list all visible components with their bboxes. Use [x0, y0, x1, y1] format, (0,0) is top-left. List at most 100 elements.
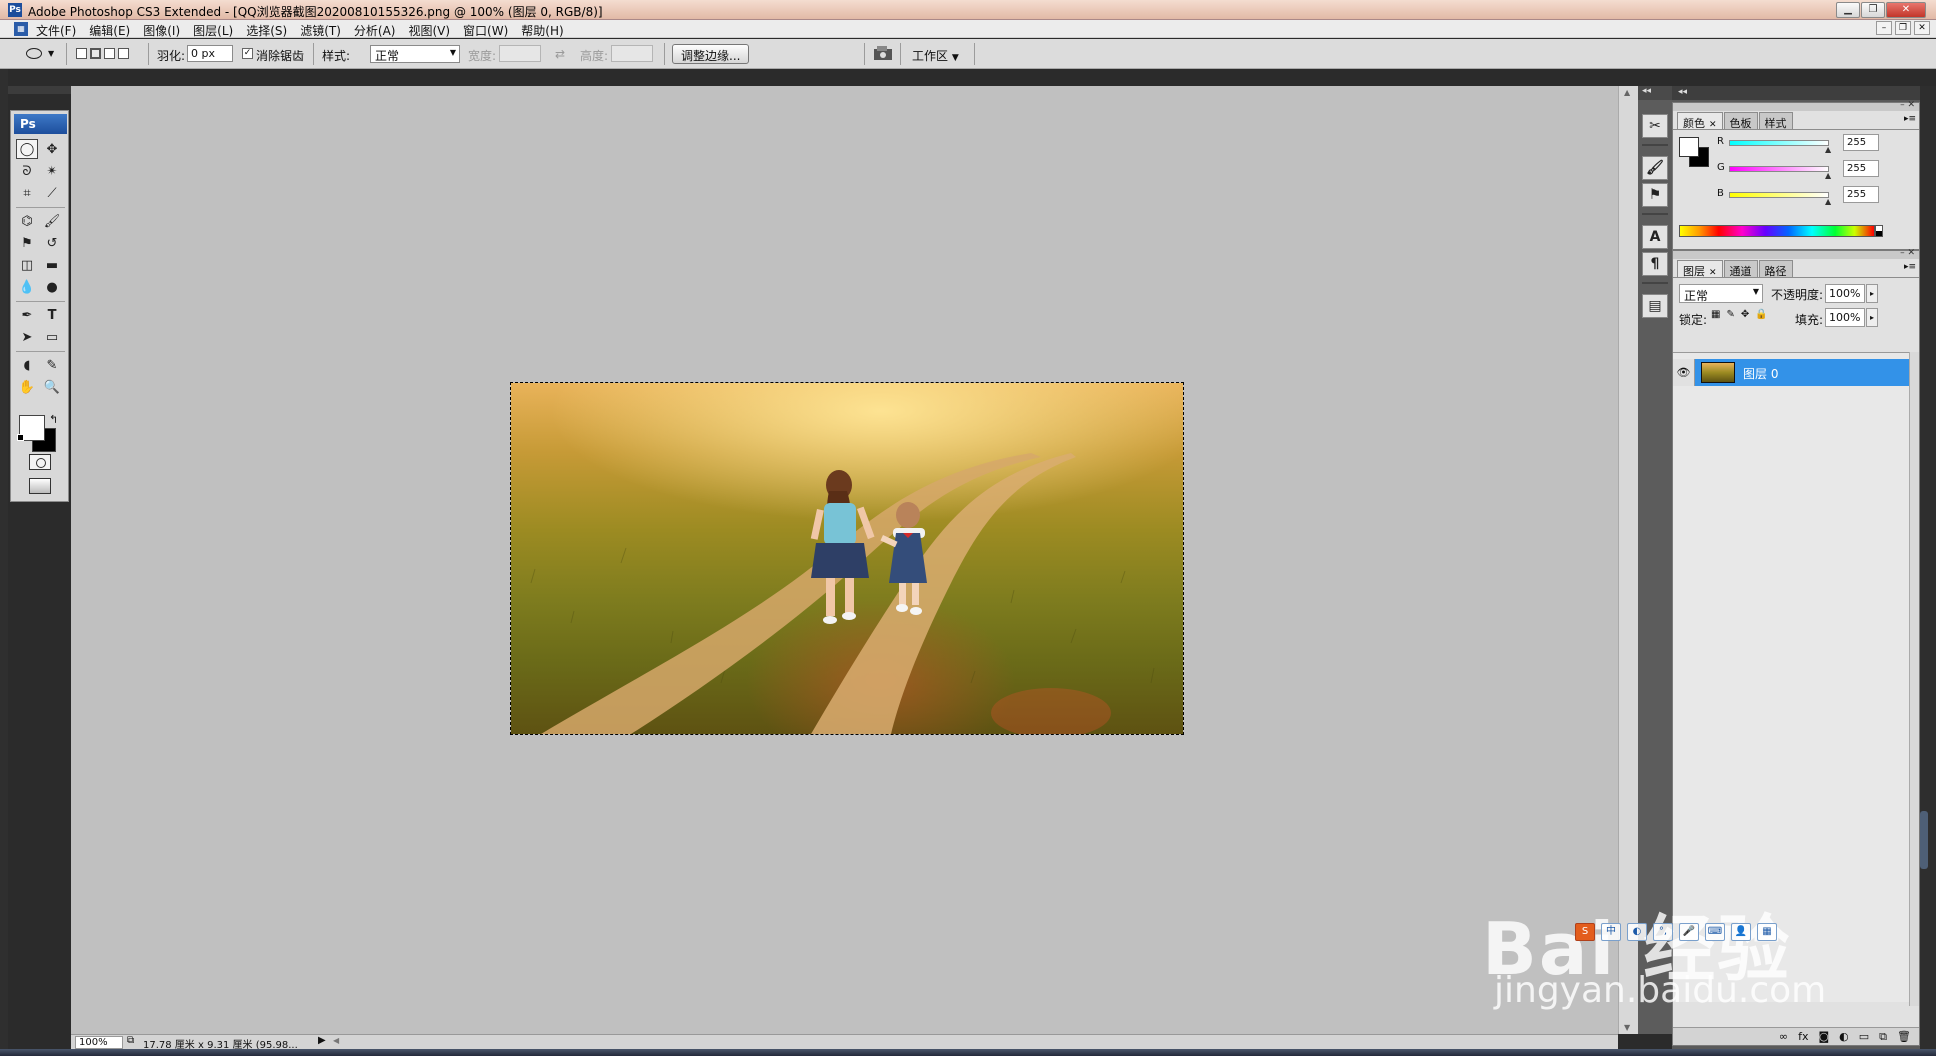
pen-tool[interactable]: ✒	[16, 305, 38, 325]
slice-tool[interactable]: ⟋	[41, 183, 63, 203]
layer-comps-dock-button[interactable]: ▤	[1642, 294, 1668, 318]
add-to-selection-button[interactable]	[90, 48, 101, 59]
new-group-icon[interactable]: ▭	[1859, 1030, 1869, 1044]
new-layer-icon[interactable]: ⧉	[1879, 1030, 1887, 1044]
adjustment-layer-icon[interactable]: ◐	[1839, 1030, 1849, 1044]
lock-transparent-icon[interactable]: ▦	[1711, 309, 1720, 320]
status-menu-arrow-icon[interactable]: ▶	[318, 1035, 326, 1046]
tab-paths[interactable]: 路径	[1758, 260, 1793, 278]
status-info-icon[interactable]: ⧉	[127, 1035, 134, 1046]
tab-layers[interactable]: 图层 ✕	[1677, 260, 1723, 278]
scroll-up-icon[interactable]: ▲	[1624, 88, 1630, 97]
minimize-button[interactable]: ▁	[1836, 2, 1860, 18]
ime-tools-icon[interactable]: ▦	[1757, 923, 1777, 941]
quick-mask-button[interactable]	[29, 454, 51, 470]
menu-image[interactable]: 图像(I)	[143, 22, 180, 39]
zoom-field[interactable]: 100%	[75, 1036, 123, 1049]
layers-scrollbar[interactable]	[1909, 352, 1919, 1006]
feather-input[interactable]: 0 px	[187, 45, 233, 62]
dodge-tool[interactable]: ●	[41, 277, 63, 297]
panel-menu-icon[interactable]: ▸≡	[1904, 262, 1916, 272]
menu-view[interactable]: 视图(V)	[408, 22, 450, 39]
panel-minimize-icon[interactable]: – ✕	[1900, 248, 1915, 258]
brushes-dock-button[interactable]: 🖌	[1642, 156, 1668, 180]
dock-collapse-bar[interactable]: ◂◂	[1638, 86, 1672, 100]
eyedropper-tool[interactable]: ✎	[41, 355, 63, 375]
subtract-from-selection-button[interactable]	[104, 48, 115, 59]
antialias-checkbox[interactable]: ✓	[242, 48, 253, 59]
fill-arrow-icon[interactable]: ▸	[1866, 308, 1878, 327]
panel-minimize-icon[interactable]: – ✕	[1900, 100, 1915, 110]
magic-wand-tool[interactable]: ✴	[41, 161, 63, 181]
menu-analysis[interactable]: 分析(A)	[354, 22, 396, 39]
red-slider[interactable]	[1729, 140, 1829, 146]
paragraph-dock-button[interactable]: ¶	[1642, 252, 1668, 276]
tab-swatches[interactable]: 色板	[1723, 112, 1758, 130]
vertical-scrollbar[interactable]: ▲ ▼	[1618, 86, 1638, 1034]
move-tool[interactable]: ✥	[41, 139, 63, 159]
document-image[interactable]	[510, 382, 1184, 735]
intersect-selection-button[interactable]	[118, 48, 129, 59]
trash-icon[interactable]: 🗑	[1897, 1030, 1911, 1044]
ime-moon-icon[interactable]: ◐	[1627, 923, 1647, 941]
gradient-tool[interactable]: ▬	[41, 255, 63, 275]
ime-user-icon[interactable]: 👤	[1731, 923, 1751, 941]
blur-tool[interactable]: 💧	[16, 277, 38, 297]
zoom-tool[interactable]: 🔍	[41, 377, 63, 397]
blend-mode-select[interactable]: 正常 ▼	[1679, 284, 1763, 303]
side-handle[interactable]	[1920, 811, 1928, 869]
lasso-tool[interactable]: ᘐ	[16, 161, 38, 181]
blue-value[interactable]: 255	[1843, 186, 1879, 203]
blue-slider[interactable]	[1729, 192, 1829, 198]
hand-tool[interactable]: ✋	[16, 377, 38, 397]
new-selection-mode-button[interactable]	[76, 48, 87, 59]
color-spectrum-bar[interactable]	[1679, 225, 1875, 237]
tab-styles[interactable]: 样式	[1758, 112, 1793, 130]
fill-input[interactable]: 100%	[1825, 308, 1865, 327]
ime-keyboard-icon[interactable]: ⌨	[1705, 923, 1725, 941]
link-layers-icon[interactable]: ∞	[1779, 1030, 1788, 1044]
lock-pixels-icon[interactable]: ✎	[1726, 309, 1734, 320]
lock-position-icon[interactable]: ✥	[1741, 309, 1749, 320]
menu-layer[interactable]: 图层(L)	[193, 22, 233, 39]
eraser-tool[interactable]: ◫	[16, 255, 38, 275]
opacity-input[interactable]: 100%	[1825, 284, 1865, 303]
panel-menu-icon[interactable]: ▸≡	[1904, 114, 1916, 124]
healing-brush-tool[interactable]: ⌬	[16, 211, 38, 231]
maximize-button[interactable]: ❐	[1861, 2, 1885, 18]
tab-color[interactable]: 颜色 ✕	[1677, 112, 1723, 130]
clone-source-dock-button[interactable]: ⚑	[1642, 183, 1668, 207]
ime-chinese-icon[interactable]: 中	[1601, 923, 1621, 941]
history-brush-tool[interactable]: ↺	[41, 233, 63, 253]
refine-edge-button[interactable]: 调整边缘...	[672, 44, 750, 64]
clone-stamp-tool[interactable]: ⚑	[16, 233, 38, 253]
3d-rotate-tool[interactable]: ◖	[16, 355, 38, 375]
screen-mode-button[interactable]	[29, 478, 51, 494]
slider-thumb-icon[interactable]: ▲	[1825, 145, 1831, 154]
tools-collapse-bar[interactable]	[8, 86, 71, 94]
red-value[interactable]: 255	[1843, 134, 1879, 151]
palette-well-icon[interactable]	[873, 45, 893, 61]
doc-restore-button[interactable]: ❐	[1895, 21, 1911, 35]
lock-all-icon[interactable]: 🔒	[1755, 309, 1767, 320]
crop-tool[interactable]: ⌗	[16, 183, 38, 203]
scroll-left-icon[interactable]: ◀	[333, 1036, 339, 1045]
green-slider[interactable]	[1729, 166, 1829, 172]
menu-select[interactable]: 选择(S)	[246, 22, 287, 39]
style-select[interactable]: 正常 ▼	[370, 45, 460, 63]
tool-presets-dock-button[interactable]: ✂	[1642, 114, 1668, 138]
opacity-arrow-icon[interactable]: ▸	[1866, 284, 1878, 303]
ps-badge[interactable]: Ps	[14, 114, 67, 134]
slider-thumb-icon[interactable]: ▲	[1825, 171, 1831, 180]
menu-window[interactable]: 窗口(W)	[463, 22, 508, 39]
close-button[interactable]: ✕	[1886, 2, 1926, 18]
menu-help[interactable]: 帮助(H)	[521, 22, 563, 39]
brush-tool[interactable]: 🖌	[41, 211, 63, 231]
path-selection-tool[interactable]: ➤	[16, 327, 38, 347]
color-foreground-swatch[interactable]	[1679, 137, 1699, 157]
canvas-area[interactable]	[71, 86, 1618, 1034]
workspace-menu[interactable]: 工作区 ▼	[912, 47, 959, 64]
ime-punct-icon[interactable]: °,	[1653, 923, 1673, 941]
ime-mic-icon[interactable]: 🎤	[1679, 923, 1699, 941]
tool-preset-picker[interactable]: ▼	[22, 45, 54, 63]
